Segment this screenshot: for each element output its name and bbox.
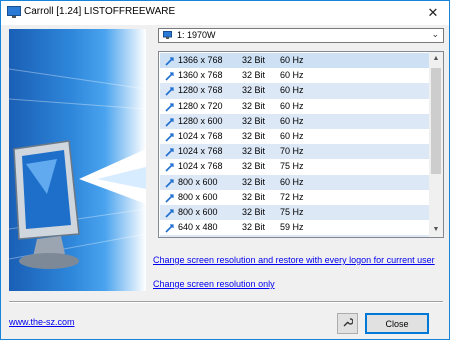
refresh-rate-cell: 60 Hz	[280, 115, 304, 126]
display-select-value: 1: 1970W	[177, 30, 216, 40]
website-link[interactable]: www.the-sz.com	[9, 317, 75, 327]
monitor-illustration	[9, 29, 146, 291]
refresh-rate-cell: 72 Hz	[280, 191, 304, 202]
resolution-icon	[165, 178, 174, 188]
close-icon: ✕	[427, 5, 439, 20]
close-button[interactable]: Close	[365, 313, 429, 334]
resolution-cell: 640 x 480	[178, 222, 218, 233]
list-item[interactable]: 800 x 600 32 Bit 60 Hz	[160, 174, 430, 190]
resolution-rows: 1366 x 768 32 Bit 60 Hz 1360 x 768 32 Bit 60 …	[160, 53, 430, 237]
resolution-icon	[165, 223, 174, 233]
resolution-cell: 800 x 600	[178, 176, 218, 187]
scroll-thumb[interactable]	[431, 68, 441, 174]
list-item[interactable]: 1360 x 768 32 Bit 60 Hz	[160, 68, 430, 83]
resolution-icon	[165, 86, 174, 96]
resolution-icon	[165, 147, 174, 157]
list-item[interactable]: 640 x 48032 Bit60 Hz	[160, 235, 430, 237]
change-only-link[interactable]: Change screen resolution only	[153, 279, 275, 289]
list-item[interactable]: 1280 x 768 32 Bit 60 Hz	[160, 83, 430, 99]
resolution-icon	[165, 56, 174, 66]
resolution-cell: 1024 x 768	[178, 161, 223, 172]
resolution-icon	[165, 132, 174, 142]
chevron-down-icon: ⌄	[431, 29, 439, 39]
refresh-rate-cell: 75 Hz	[280, 206, 304, 217]
resolution-cell: 800 x 600	[178, 206, 218, 217]
display-select[interactable]: 1: 1970W ⌄	[158, 28, 444, 43]
resolution-icon	[165, 193, 174, 203]
resolution-icon	[165, 162, 174, 172]
title-bar: Carroll [1.24] LISTOFFREEWARE ✕	[1, 1, 449, 25]
monitor-icon	[163, 31, 172, 39]
refresh-rate-cell: 75 Hz	[280, 161, 304, 172]
resolution-cell: 1024 x 768	[178, 130, 223, 141]
resolution-icon	[165, 71, 174, 81]
scroll-down-icon[interactable]: ▼	[429, 223, 443, 237]
resolution-cell: 1024 x 768	[178, 146, 223, 157]
refresh-rate-cell: 60 Hz	[280, 176, 304, 187]
list-item[interactable]: 1024 x 768 32 Bit 70 Hz	[160, 144, 430, 160]
refresh-rate-cell: 60 Hz	[280, 130, 304, 141]
list-item[interactable]: 800 x 600 32 Bit 75 Hz	[160, 204, 430, 221]
footer-divider	[9, 301, 443, 303]
refresh-rate-cell: 60 Hz	[280, 85, 304, 96]
refresh-rate-cell: 60 Hz	[280, 70, 304, 81]
wrench-icon	[342, 317, 354, 330]
resolution-icon	[165, 208, 174, 218]
refresh-rate-cell: 70 Hz	[280, 146, 304, 157]
list-item[interactable]: 1280 x 720 32 Bit 60 Hz	[160, 99, 430, 114]
list-item[interactable]: 1280 x 600 32 Bit 60 Hz	[160, 113, 430, 129]
resolution-cell: 1280 x 768	[178, 85, 223, 96]
tools-button[interactable]	[337, 313, 358, 334]
list-item[interactable]: 1024 x 768 32 Bit 75 Hz	[160, 159, 430, 174]
app-window: Carroll [1.24] LISTOFFREEWARE ✕ 1: 1970W…	[0, 0, 450, 340]
refresh-rate-cell: 60 Hz	[280, 100, 304, 111]
scroll-up-icon[interactable]: ▲	[429, 52, 443, 66]
list-item[interactable]: 1366 x 768 32 Bit 60 Hz	[160, 53, 430, 69]
resolution-cell: 1280 x 720	[178, 100, 223, 111]
vertical-scrollbar[interactable]: ▲ ▼	[429, 52, 443, 237]
resolution-list[interactable]: 1366 x 768 32 Bit 60 Hz 1360 x 768 32 Bit 60 …	[158, 51, 444, 238]
resolution-cell: 640 x 480	[178, 235, 218, 237]
resolution-cell: 800 x 600	[178, 191, 218, 202]
list-item[interactable]: 640 x 480 32 Bit 59 Hz	[160, 220, 430, 235]
resolution-cell: 1280 x 600	[178, 115, 223, 126]
change-and-restore-link[interactable]: Change screen resolution and restore wit…	[153, 255, 435, 265]
list-item[interactable]: 800 x 600 32 Bit 72 Hz	[160, 190, 430, 205]
resolution-icon	[165, 117, 174, 127]
window-close-button[interactable]: ✕	[417, 1, 449, 25]
refresh-rate-cell: 60 Hz	[280, 235, 325, 237]
resolution-icon	[165, 102, 174, 112]
list-item[interactable]: 1024 x 768 32 Bit 60 Hz	[160, 129, 430, 144]
resolution-cell: 1366 x 768	[178, 55, 223, 65]
refresh-rate-cell: 59 Hz	[280, 222, 304, 233]
monitor-icon	[7, 6, 21, 19]
resolution-cell: 1360 x 768	[178, 70, 223, 81]
window-title: Carroll [1.24] LISTOFFREEWARE	[24, 6, 176, 17]
refresh-rate-cell: 60 Hz	[280, 55, 304, 65]
